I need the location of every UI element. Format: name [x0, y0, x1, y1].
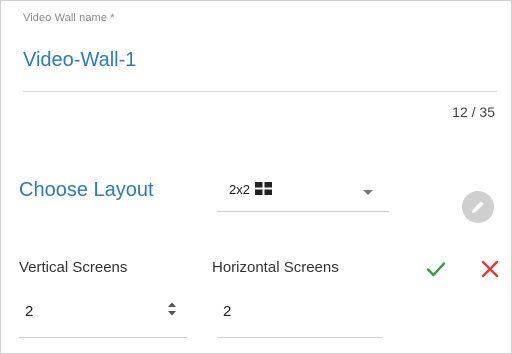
- grid-2x2-icon: [255, 182, 272, 195]
- video-wall-name-input[interactable]: Video-Wall-1: [23, 49, 136, 72]
- cancel-button[interactable]: [478, 257, 502, 281]
- up-down-spinner-icon[interactable]: [167, 301, 177, 317]
- edit-layout-button[interactable]: [462, 191, 494, 223]
- vertical-screens-input[interactable]: 2: [19, 293, 187, 338]
- pencil-icon: [472, 201, 484, 213]
- choose-layout-label: Choose Layout: [19, 179, 154, 201]
- confirm-button[interactable]: [424, 257, 448, 281]
- vertical-screens-label: Vertical Screens: [19, 259, 128, 276]
- character-counter: 12 / 35: [452, 104, 495, 120]
- horizontal-screens-value: 2: [223, 303, 232, 320]
- close-icon: [481, 260, 499, 278]
- check-icon: [426, 262, 446, 277]
- vertical-screens-value: 2: [25, 303, 34, 320]
- horizontal-screens-input[interactable]: 2: [217, 293, 383, 338]
- horizontal-screens-label: Horizontal Screens: [212, 259, 339, 276]
- video-wall-form: Video Wall name * Video-Wall-1 12 / 35 C…: [0, 0, 512, 354]
- layout-selected-value: 2x2: [229, 182, 250, 197]
- caret-down-icon: [363, 190, 373, 195]
- name-input-underline: [23, 91, 497, 92]
- video-wall-name-label: Video Wall name *: [23, 12, 115, 24]
- layout-select[interactable]: 2x2: [217, 177, 389, 212]
